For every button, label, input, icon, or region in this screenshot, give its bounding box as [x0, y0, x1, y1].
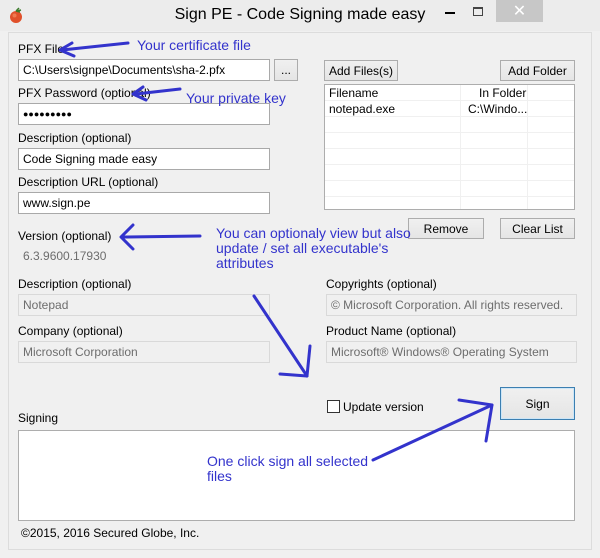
company-label: Company (optional): [18, 324, 123, 338]
file-name-cell: notepad.exe: [329, 102, 396, 116]
file-list-header: Filename In Folder: [325, 85, 574, 101]
column-divider[interactable]: [527, 85, 528, 209]
pfx-password-input[interactable]: ●●●●●●●●●: [18, 103, 270, 125]
minimize-icon: [445, 12, 455, 14]
update-version-label[interactable]: Update version: [343, 400, 424, 414]
file-description-input[interactable]: Notepad: [18, 294, 270, 316]
signing-label: Signing: [18, 411, 59, 425]
copyrights-label: Copyrights (optional): [326, 277, 437, 291]
sign-button[interactable]: Sign: [500, 387, 575, 420]
file-list[interactable]: Filename In Folder notepad.exe C:\Windo.…: [324, 84, 575, 210]
column-divider[interactable]: [460, 85, 461, 209]
add-files-button[interactable]: Add Files(s): [324, 60, 398, 81]
pfx-password-label: PFX Password (optional): [18, 86, 151, 100]
product-name-input[interactable]: Microsoft® Windows® Operating System: [326, 341, 577, 363]
browse-pfx-button[interactable]: ...: [274, 59, 298, 81]
empty-row: [325, 133, 574, 149]
close-button[interactable]: ✕: [496, 0, 543, 22]
file-description-label: Description (optional): [18, 277, 132, 291]
column-header-in-folder[interactable]: In Folder: [479, 86, 526, 100]
clear-list-button[interactable]: Clear List: [500, 218, 575, 239]
annotation-sign: One click sign all selected files: [207, 454, 368, 484]
minimize-button[interactable]: [435, 0, 465, 22]
file-folder-cell: C:\Windo...: [468, 102, 528, 116]
table-row[interactable]: notepad.exe C:\Windo...: [325, 101, 574, 117]
pfx-file-label: PFX File: [18, 42, 65, 56]
annotation-sign-line: One click sign all selected: [207, 453, 369, 469]
update-version-checkbox[interactable]: [327, 400, 340, 413]
empty-row: [325, 181, 574, 197]
annotation-certificate: Your certificate file: [137, 37, 251, 53]
description-input[interactable]: Code Signing made easy: [18, 148, 270, 170]
annotation-attributes-line: You can optionaly view but also: [216, 225, 411, 241]
empty-row: [325, 165, 574, 181]
description-label: Description (optional): [18, 131, 132, 145]
annotation-attributes-line: attributes: [216, 255, 274, 271]
pfx-file-input[interactable]: C:\Users\signpe\Documents\sha-2.pfx: [18, 59, 270, 81]
maximize-button[interactable]: [463, 0, 493, 22]
annotation-private-key: Your private key: [186, 90, 286, 106]
version-label: Version (optional): [18, 229, 112, 243]
annotation-sign-line: files: [207, 468, 232, 484]
description-url-input[interactable]: www.sign.pe: [18, 192, 270, 214]
product-name-label: Product Name (optional): [326, 324, 457, 338]
company-input[interactable]: Microsoft Corporation: [18, 341, 270, 363]
footer-copyright: ©2015, 2016 Secured Globe, Inc.: [21, 526, 200, 540]
empty-row: [325, 117, 574, 133]
column-header-filename[interactable]: Filename: [329, 86, 378, 100]
remove-button[interactable]: Remove: [408, 218, 484, 239]
copyrights-input[interactable]: © Microsoft Corporation. All rights rese…: [326, 294, 577, 316]
add-folder-button[interactable]: Add Folder: [500, 60, 575, 81]
empty-row: [325, 197, 574, 209]
close-icon: ✕: [512, 3, 527, 20]
description-url-label: Description URL (optional): [18, 175, 159, 189]
annotation-attributes: You can optionaly view but also update /…: [216, 226, 411, 271]
empty-row: [325, 149, 574, 165]
annotation-attributes-line: update / set all executable's: [216, 240, 389, 256]
maximize-icon: [473, 6, 483, 16]
